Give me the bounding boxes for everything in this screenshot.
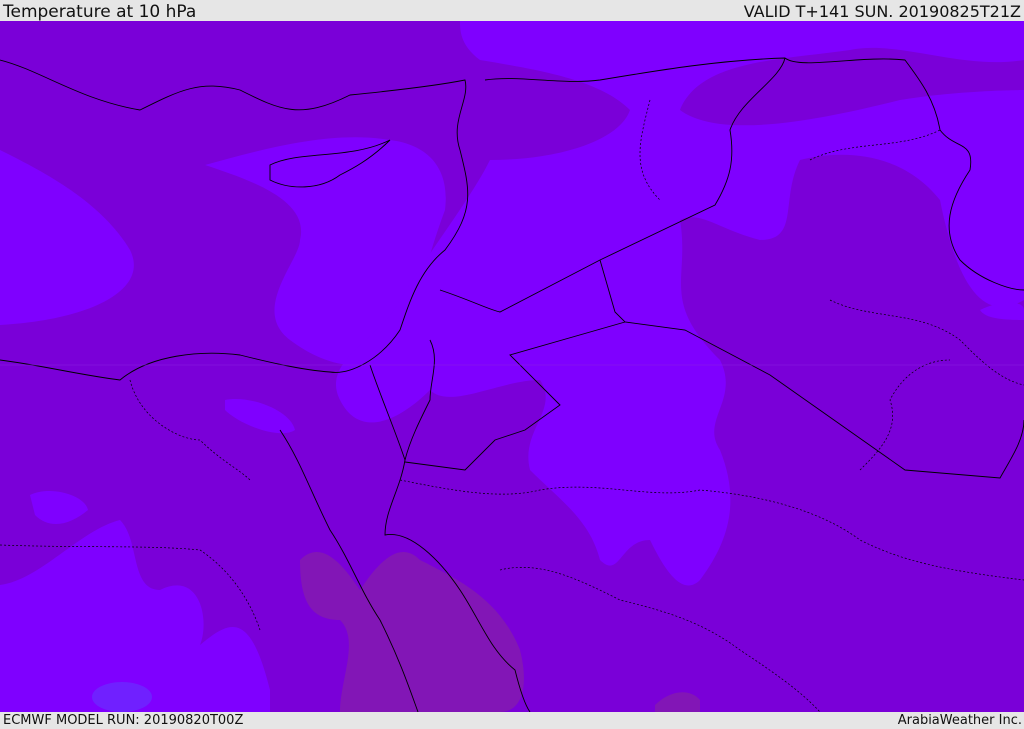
valid-time: VALID T+141 SUN. 20190825T21Z [743, 2, 1021, 21]
map-title: Temperature at 10 hPa [3, 2, 197, 22]
temperature-map[interactable] [0, 21, 1024, 712]
footer-bar: ECMWF MODEL RUN: 20190820T00Z ArabiaWeat… [0, 712, 1024, 729]
cool-spot [92, 682, 152, 712]
model-run: ECMWF MODEL RUN: 20190820T00Z [3, 713, 244, 728]
header-bar: Temperature at 10 hPa VALID T+141 SUN. 2… [0, 0, 1024, 21]
credit-label: ArabiaWeather Inc. [897, 713, 1022, 728]
